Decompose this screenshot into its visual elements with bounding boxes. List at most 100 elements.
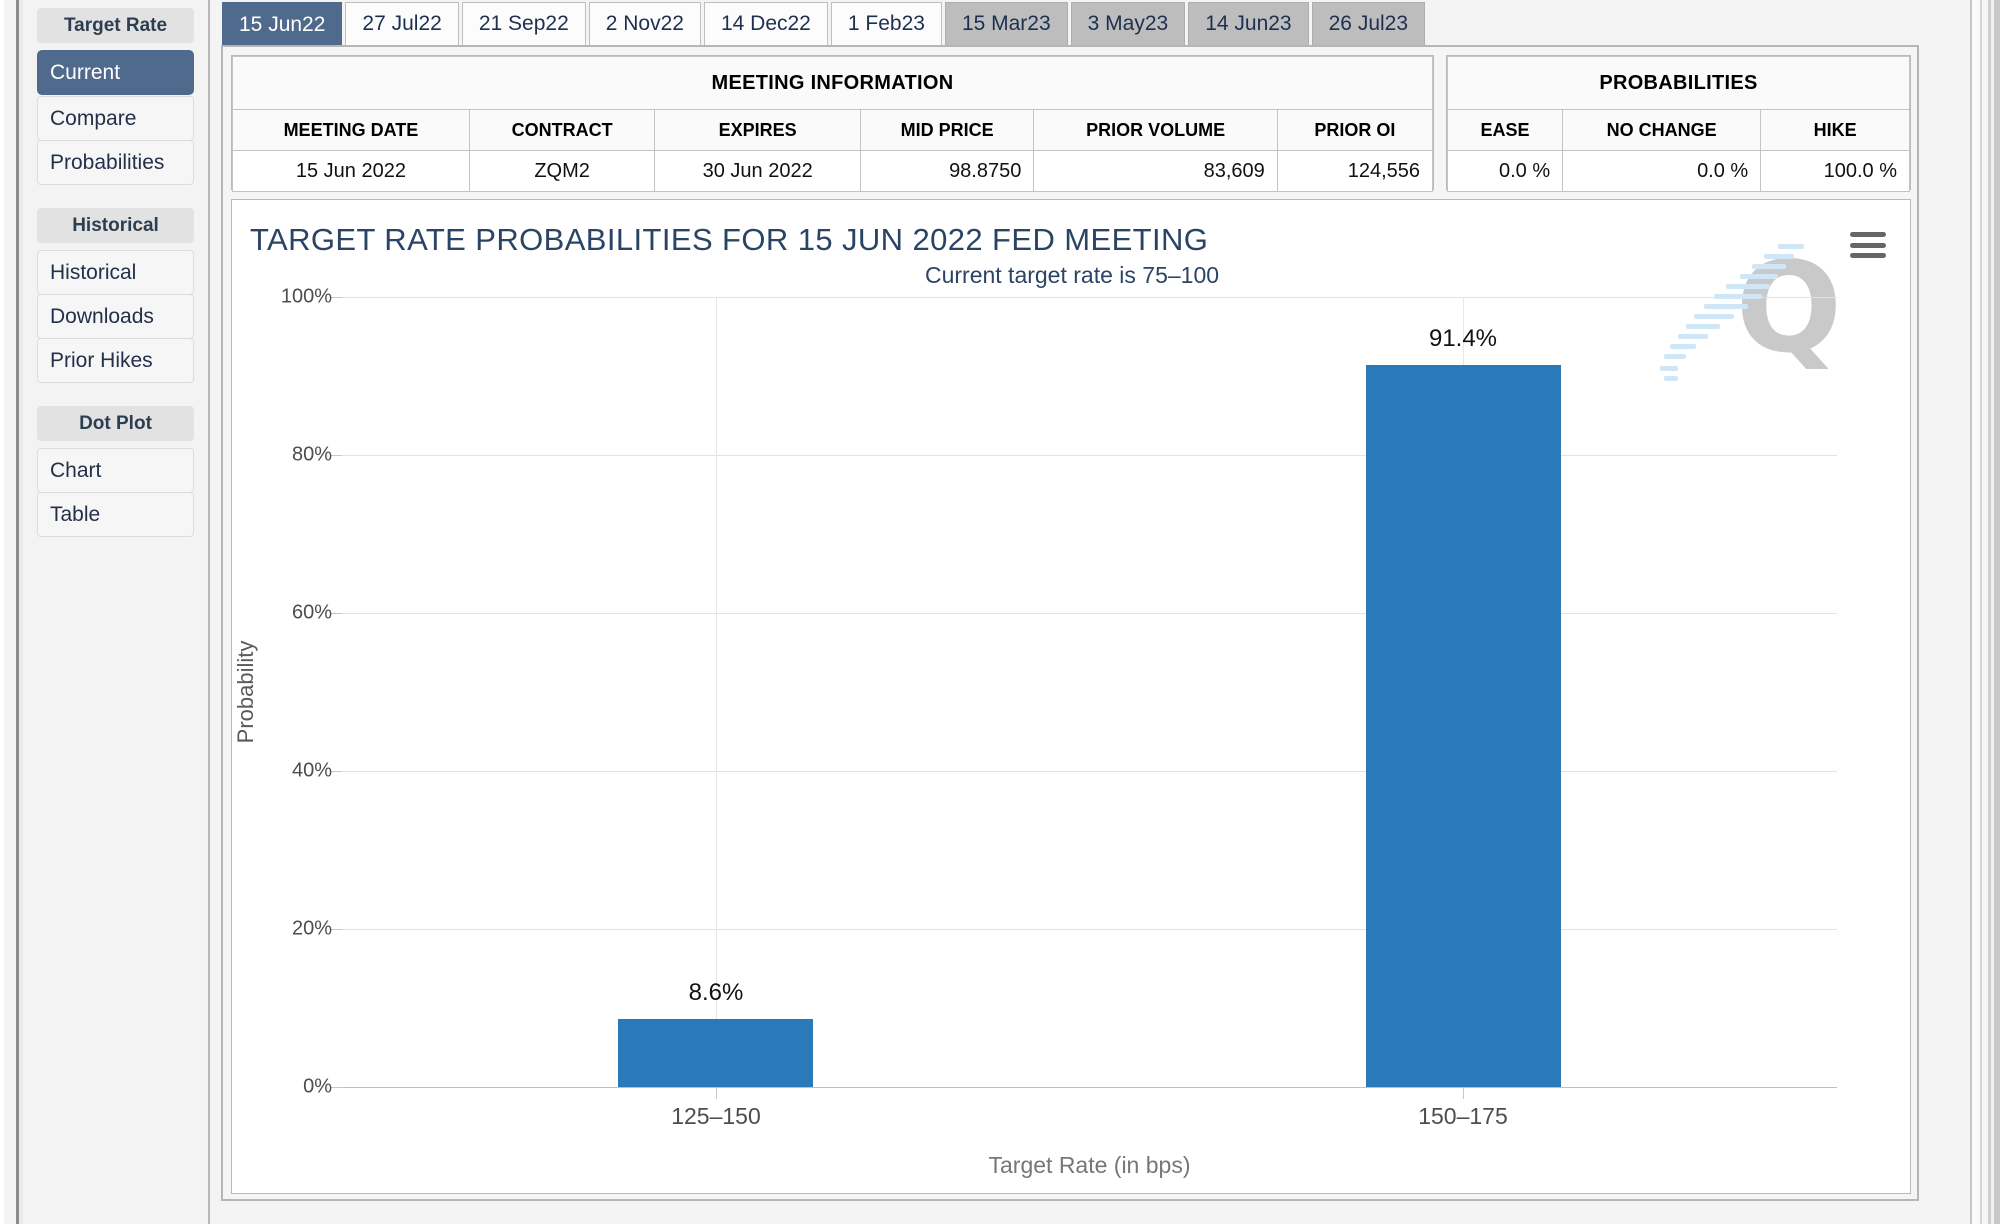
watermark-dash <box>1778 244 1804 249</box>
y-tick-mark <box>331 297 342 298</box>
chart-title: TARGET RATE PROBABILITIES FOR 15 JUN 202… <box>250 222 1209 257</box>
hamburger-bar <box>1850 253 1886 258</box>
probabilities-table: PROBABILITIES EASE NO CHANGE HIKE 0.0 % … <box>1446 55 1911 192</box>
content-panel: MEETING INFORMATION MEETING DATE CONTRAC… <box>221 45 1919 1201</box>
meeting-information-group-header: MEETING INFORMATION <box>232 56 1433 110</box>
column-header-prior-volume: PRIOR VOLUME <box>1033 109 1278 151</box>
sidebar-item-historical[interactable]: Historical <box>37 250 194 295</box>
table-row: 15 Jun 2022 ZQM2 30 Jun 2022 98.8750 83,… <box>232 150 1434 192</box>
bar[interactable] <box>1366 365 1561 1087</box>
cell-meeting-date: 15 Jun 2022 <box>232 150 470 192</box>
sidebar-item-downloads[interactable]: Downloads <box>37 294 194 339</box>
sidebar-item-label: Prior Hikes <box>50 348 153 372</box>
column-header-meeting-date: MEETING DATE <box>232 109 470 151</box>
x-tick-mark <box>716 1087 717 1099</box>
y-gridline <box>342 455 1837 456</box>
cell-prior-volume: 83,609 <box>1033 150 1278 192</box>
sidebar-item-chart[interactable]: Chart <box>37 448 194 493</box>
sidebar-item-label: Compare <box>50 106 137 130</box>
y-gridline <box>342 297 1837 298</box>
tab-label: 14 Jun23 <box>1205 12 1292 35</box>
column-header-prior-oi: PRIOR OI <box>1276 109 1434 151</box>
y-axis-label: Probability <box>233 640 258 744</box>
column-header-contract: CONTRACT <box>468 109 656 151</box>
y-gridline <box>342 929 1837 930</box>
y-tick-mark <box>331 613 342 614</box>
x-tick-label: 150–175 <box>1418 1103 1508 1129</box>
cell-no-change: 0.0 % <box>1562 150 1762 192</box>
sidebar-item-table[interactable]: Table <box>37 492 194 537</box>
y-tick-mark <box>331 455 342 456</box>
sidebar-item-prior-hikes[interactable]: Prior Hikes <box>37 338 194 383</box>
y-tick-mark <box>331 929 342 930</box>
tab-label: 1 Feb23 <box>847 12 925 35</box>
watermark-dash <box>1764 254 1794 259</box>
cell-contract: ZQM2 <box>468 150 656 192</box>
chart-subtitle: Current target rate is 75–100 <box>924 262 1220 288</box>
bar[interactable] <box>618 1019 813 1087</box>
bar-value-label: 91.4% <box>1428 325 1498 352</box>
y-tick-mark <box>331 1087 342 1088</box>
cell-hike: 100.0 % <box>1760 150 1910 192</box>
tab-2-nov22[interactable]: 2 Nov22 <box>588 2 701 45</box>
x-axis-label: Target Rate (in bps) <box>988 1152 1191 1178</box>
bar-value-label: 8.6% <box>688 979 744 1006</box>
sidebar-section-header-dot-plot: Dot Plot <box>37 406 194 441</box>
tab-15-jun22[interactable]: 15 Jun22 <box>222 2 343 47</box>
y-gridline <box>342 1087 1837 1088</box>
probabilities-group-header: PROBABILITIES <box>1447 56 1910 110</box>
tab-3-may23: 3 May23 <box>1070 2 1186 45</box>
x-tick-label: 125–150 <box>671 1103 761 1129</box>
tab-26-jul23: 26 Jul23 <box>1311 2 1426 45</box>
column-header-mid-price: MID PRICE <box>859 109 1035 151</box>
sidebar-item-label: Chart <box>50 458 102 482</box>
window-rail-left-outer <box>0 0 4 1224</box>
x-gridline <box>716 297 717 1087</box>
column-header-no-change: NO CHANGE <box>1562 109 1762 151</box>
tab-1-feb23[interactable]: 1 Feb23 <box>830 2 942 45</box>
sidebar-item-label: Current <box>50 60 121 84</box>
tab-14-dec22[interactable]: 14 Dec22 <box>703 2 828 45</box>
window-scrollbar-right[interactable] <box>1994 0 2000 1224</box>
cell-prior-oi: 124,556 <box>1276 150 1434 192</box>
tab-label: 2 Nov22 <box>605 12 684 35</box>
table-row: 0.0 % 0.0 % 100.0 % <box>1446 150 1910 192</box>
hamburger-bar <box>1850 232 1886 237</box>
tab-label: 21 Sep22 <box>478 12 569 35</box>
meeting-information-table: MEETING INFORMATION MEETING DATE CONTRAC… <box>231 55 1434 192</box>
y-tick-label: 80% <box>291 443 332 466</box>
y-gridline <box>342 613 1837 614</box>
y-tick-label: 20% <box>291 917 332 940</box>
tab-14-jun23: 14 Jun23 <box>1188 2 1309 45</box>
y-gridline <box>342 771 1837 772</box>
sidebar-item-label: Table <box>50 502 101 526</box>
main-content: 15 Jun22 27 Jul22 21 Sep22 2 Nov22 14 De… <box>212 0 1930 1224</box>
sidebar-item-label: Downloads <box>50 304 154 328</box>
tab-label: 3 May23 <box>1087 12 1169 35</box>
hamburger-menu-icon[interactable] <box>1850 232 1886 258</box>
table-header-row: EASE NO CHANGE HIKE <box>1446 109 1910 151</box>
application-window: Target Rate Current Compare Probabilitie… <box>0 0 2000 1224</box>
meeting-date-tab-bar: 15 Jun22 27 Jul22 21 Sep22 2 Nov22 14 De… <box>222 2 1428 47</box>
tab-label: 14 Dec22 <box>720 12 811 35</box>
chart-card: TARGET RATE PROBABILITIES FOR 15 JUN 202… <box>231 199 1911 1194</box>
tab-label: 15 Jun22 <box>239 13 326 36</box>
column-header-ease: EASE <box>1446 109 1564 151</box>
sidebar-item-label: Historical <box>50 260 137 284</box>
sidebar-section-header-historical: Historical <box>37 208 194 243</box>
column-header-expires: EXPIRES <box>654 109 861 151</box>
tab-21-sep22[interactable]: 21 Sep22 <box>461 2 586 45</box>
tab-label: 27 Jul22 <box>362 12 442 35</box>
x-tick-mark <box>1463 1087 1464 1099</box>
sidebar-item-label: Probabilities <box>50 150 165 174</box>
cell-expires: 30 Jun 2022 <box>654 150 861 192</box>
y-tick-mark <box>331 771 342 772</box>
tab-27-jul22[interactable]: 27 Jul22 <box>345 2 459 45</box>
sidebar-item-probabilities[interactable]: Probabilities <box>37 140 194 185</box>
sidebar-item-current[interactable]: Current <box>37 50 194 95</box>
y-tick-label: 40% <box>291 759 332 782</box>
chart-plot-area: Probability Target Rate (in bps) 0% 20% 40… <box>233 286 1837 1178</box>
sidebar-item-compare[interactable]: Compare <box>37 96 194 141</box>
tab-label: 26 Jul23 <box>1328 12 1409 35</box>
tab-label: 15 Mar23 <box>961 12 1051 35</box>
